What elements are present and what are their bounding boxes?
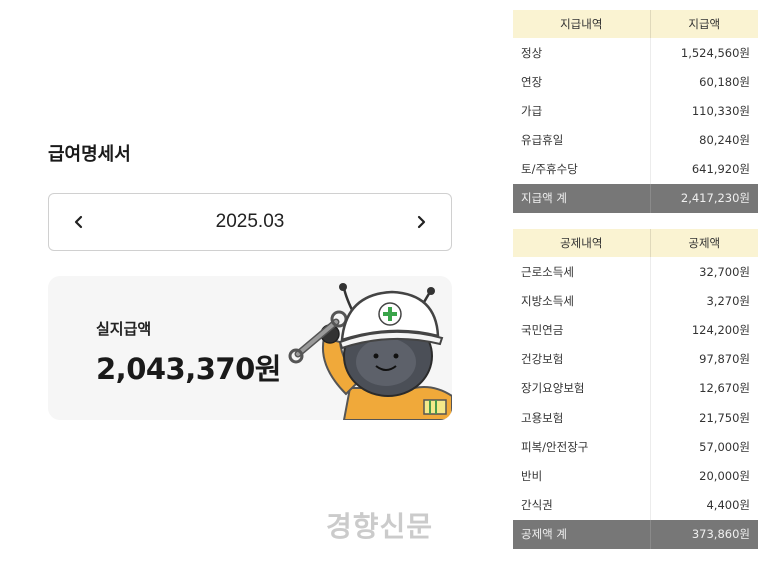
item-label: 유급휴일 [513, 125, 651, 155]
total-value: 373,860원 [650, 519, 758, 549]
item-label: 토/주휴수당 [513, 154, 651, 184]
next-month-button[interactable] [391, 194, 451, 250]
table-row: 가급 110,330원 [513, 96, 758, 126]
item-label: 간식권 [513, 490, 651, 520]
column-header: 공제액 [650, 229, 758, 257]
prev-month-button[interactable] [49, 194, 109, 250]
chevron-left-icon [74, 215, 83, 229]
table-row: 근로소득세 32,700원 [513, 257, 758, 287]
column-header: 공제내역 [513, 229, 651, 257]
item-value: 60,180원 [650, 67, 758, 97]
table-row: 간식권 4,400원 [513, 490, 758, 520]
table-row: 고용보험 21,750원 [513, 402, 758, 433]
table-row: 피복/안전장구 57,000원 [513, 432, 758, 462]
item-value: 32,700원 [650, 257, 758, 287]
item-value: 3,270원 [650, 286, 758, 316]
worker-mascot-illustration [288, 283, 452, 420]
item-label: 정상 [513, 38, 651, 68]
net-pay-label: 실지급액 [96, 320, 152, 338]
table-row: 연장 60,180원 [513, 67, 758, 97]
item-label: 건강보험 [513, 344, 651, 374]
item-label: 연장 [513, 67, 651, 97]
chevron-right-icon [417, 215, 426, 229]
total-value: 2,417,230원 [650, 183, 758, 213]
column-header: 지급액 [650, 10, 758, 38]
item-value: 641,920원 [650, 154, 758, 184]
item-label: 지방소득세 [513, 286, 651, 316]
item-label: 반비 [513, 461, 651, 491]
table-header-row: 공제내역 공제액 [513, 229, 758, 257]
item-value: 80,240원 [650, 125, 758, 155]
item-label: 가급 [513, 96, 651, 126]
net-pay-amount: 2,043,370원 [96, 352, 281, 386]
total-row: 공제액 계 373,860원 [513, 519, 758, 549]
item-label: 국민연금 [513, 315, 651, 345]
current-month: 2025.03 [215, 211, 285, 232]
table-row: 토/주휴수당 641,920원 [513, 154, 758, 184]
table-row: 국민연금 124,200원 [513, 315, 758, 345]
table-row: 장기요양보험 12,670원 [513, 373, 758, 403]
table-row: 정상 1,524,560원 [513, 38, 758, 68]
item-value: 21,750원 [650, 402, 758, 433]
table-header-row: 지급내역 지급액 [513, 10, 758, 38]
item-value: 4,400원 [650, 490, 758, 520]
table-row: 유급휴일 80,240원 [513, 125, 758, 155]
table-row: 건강보험 97,870원 [513, 344, 758, 374]
item-label: 고용보험 [513, 402, 651, 433]
item-value: 110,330원 [650, 96, 758, 126]
page-title: 급여명세서 [48, 144, 131, 165]
watermark: 경향신문 [326, 510, 434, 543]
total-label: 공제액 계 [513, 519, 651, 549]
table-row: 반비 20,000원 [513, 461, 758, 491]
item-value: 97,870원 [650, 344, 758, 374]
total-label: 지급액 계 [513, 183, 651, 213]
net-pay-card: 실지급액 2,043,370원 [48, 276, 452, 420]
item-label: 장기요양보험 [513, 373, 651, 403]
item-value: 57,000원 [650, 432, 758, 462]
item-value: 12,670원 [650, 373, 758, 403]
payment-table: 지급내역 지급액 정상 1,524,560원 연장 60,180원 가급 110… [513, 10, 758, 213]
item-label: 피복/안전장구 [513, 432, 651, 462]
table-row: 지방소득세 3,270원 [513, 286, 758, 316]
column-header: 지급내역 [513, 10, 651, 38]
month-selector: 2025.03 [48, 193, 452, 251]
item-value: 124,200원 [650, 315, 758, 345]
item-value: 1,524,560원 [650, 38, 758, 68]
deduction-table: 공제내역 공제액 근로소득세 32,700원 지방소득세 3,270원 국민연금… [513, 229, 758, 549]
item-value: 20,000원 [650, 461, 758, 491]
item-label: 근로소득세 [513, 257, 651, 287]
total-row: 지급액 계 2,417,230원 [513, 183, 758, 213]
